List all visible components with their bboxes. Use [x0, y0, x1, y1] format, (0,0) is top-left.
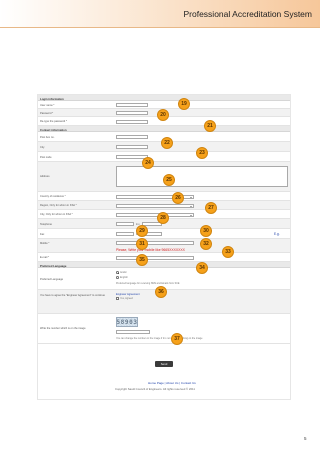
row-mobile: Mobile * Please, Write your mobile like … [38, 239, 290, 253]
mobile-input[interactable] [116, 241, 194, 245]
callout-badge: 31 [136, 238, 148, 250]
callout-badge: 35 [136, 254, 148, 266]
callout-badge: 25 [163, 174, 175, 186]
callout-badge: 28 [157, 212, 169, 224]
language-hint: Preferred language for receiving SMS and… [116, 281, 180, 285]
callout-badge: 26 [172, 192, 184, 204]
row-country: Country of residence * [38, 192, 290, 201]
row-username: User name * [38, 101, 290, 109]
callout-badge: 30 [200, 225, 212, 237]
region-select[interactable] [116, 203, 194, 208]
eg-hint: E.g. [274, 232, 280, 237]
callout-badge: 19 [178, 98, 190, 110]
city-ksa-select[interactable] [116, 212, 194, 217]
header-bar: Professional Accreditation System [0, 0, 320, 28]
row-email: E-mail * [38, 253, 290, 262]
send-button[interactable]: Send [155, 361, 173, 367]
email-input[interactable] [116, 255, 194, 260]
city-input[interactable] [116, 145, 148, 149]
callout-badge: 37 [171, 333, 183, 345]
footer-links[interactable]: Home Page | About Us | Contact Us [148, 381, 196, 385]
row-region: Region, Only for whom in KSA * [38, 201, 290, 210]
page-number: 5 [304, 436, 307, 441]
callout-badge: 22 [161, 137, 173, 149]
row-fax: Fax Ext. E.g. [38, 229, 290, 239]
callout-badge: 29 [136, 225, 148, 237]
captcha-input[interactable] [116, 329, 150, 334]
arabic-radio[interactable] [116, 271, 119, 274]
callout-badge: 36 [155, 286, 167, 298]
password-input[interactable] [116, 111, 148, 115]
callout-badge: 32 [200, 238, 212, 250]
username-input[interactable] [116, 103, 148, 107]
row-postcode: Post code [38, 152, 290, 162]
telephone-input[interactable] [116, 222, 134, 226]
callout-badge: 21 [204, 120, 216, 132]
page-title: Professional Accreditation System [183, 9, 312, 19]
callout-badge: 34 [196, 262, 208, 274]
callout-badge: 20 [157, 109, 169, 121]
captcha-hint: You can change the number on the image i… [116, 336, 203, 340]
captcha-image[interactable]: 58903 [116, 317, 138, 327]
callout-badge: 27 [205, 202, 217, 214]
mobile-hint: Please, Write your mobile like 9665XXXXX… [116, 247, 185, 252]
pobox-input[interactable] [116, 135, 148, 139]
agree-checkbox[interactable] [116, 297, 119, 300]
callout-badge: 24 [142, 157, 154, 169]
row-captcha: Write the number which is on the image 5… [38, 314, 290, 344]
english-radio[interactable] [116, 276, 119, 279]
footer-copyright: Copyright Saudi Council of Engineers. Al… [115, 387, 195, 391]
callout-badge: 23 [196, 147, 208, 159]
retype-password-input[interactable] [116, 119, 148, 124]
callout-badge: 33 [222, 246, 234, 258]
address-textarea[interactable] [116, 166, 288, 187]
engineer-agreement-link[interactable]: Engineer Agreement [116, 293, 140, 296]
fax-input[interactable] [116, 232, 134, 236]
